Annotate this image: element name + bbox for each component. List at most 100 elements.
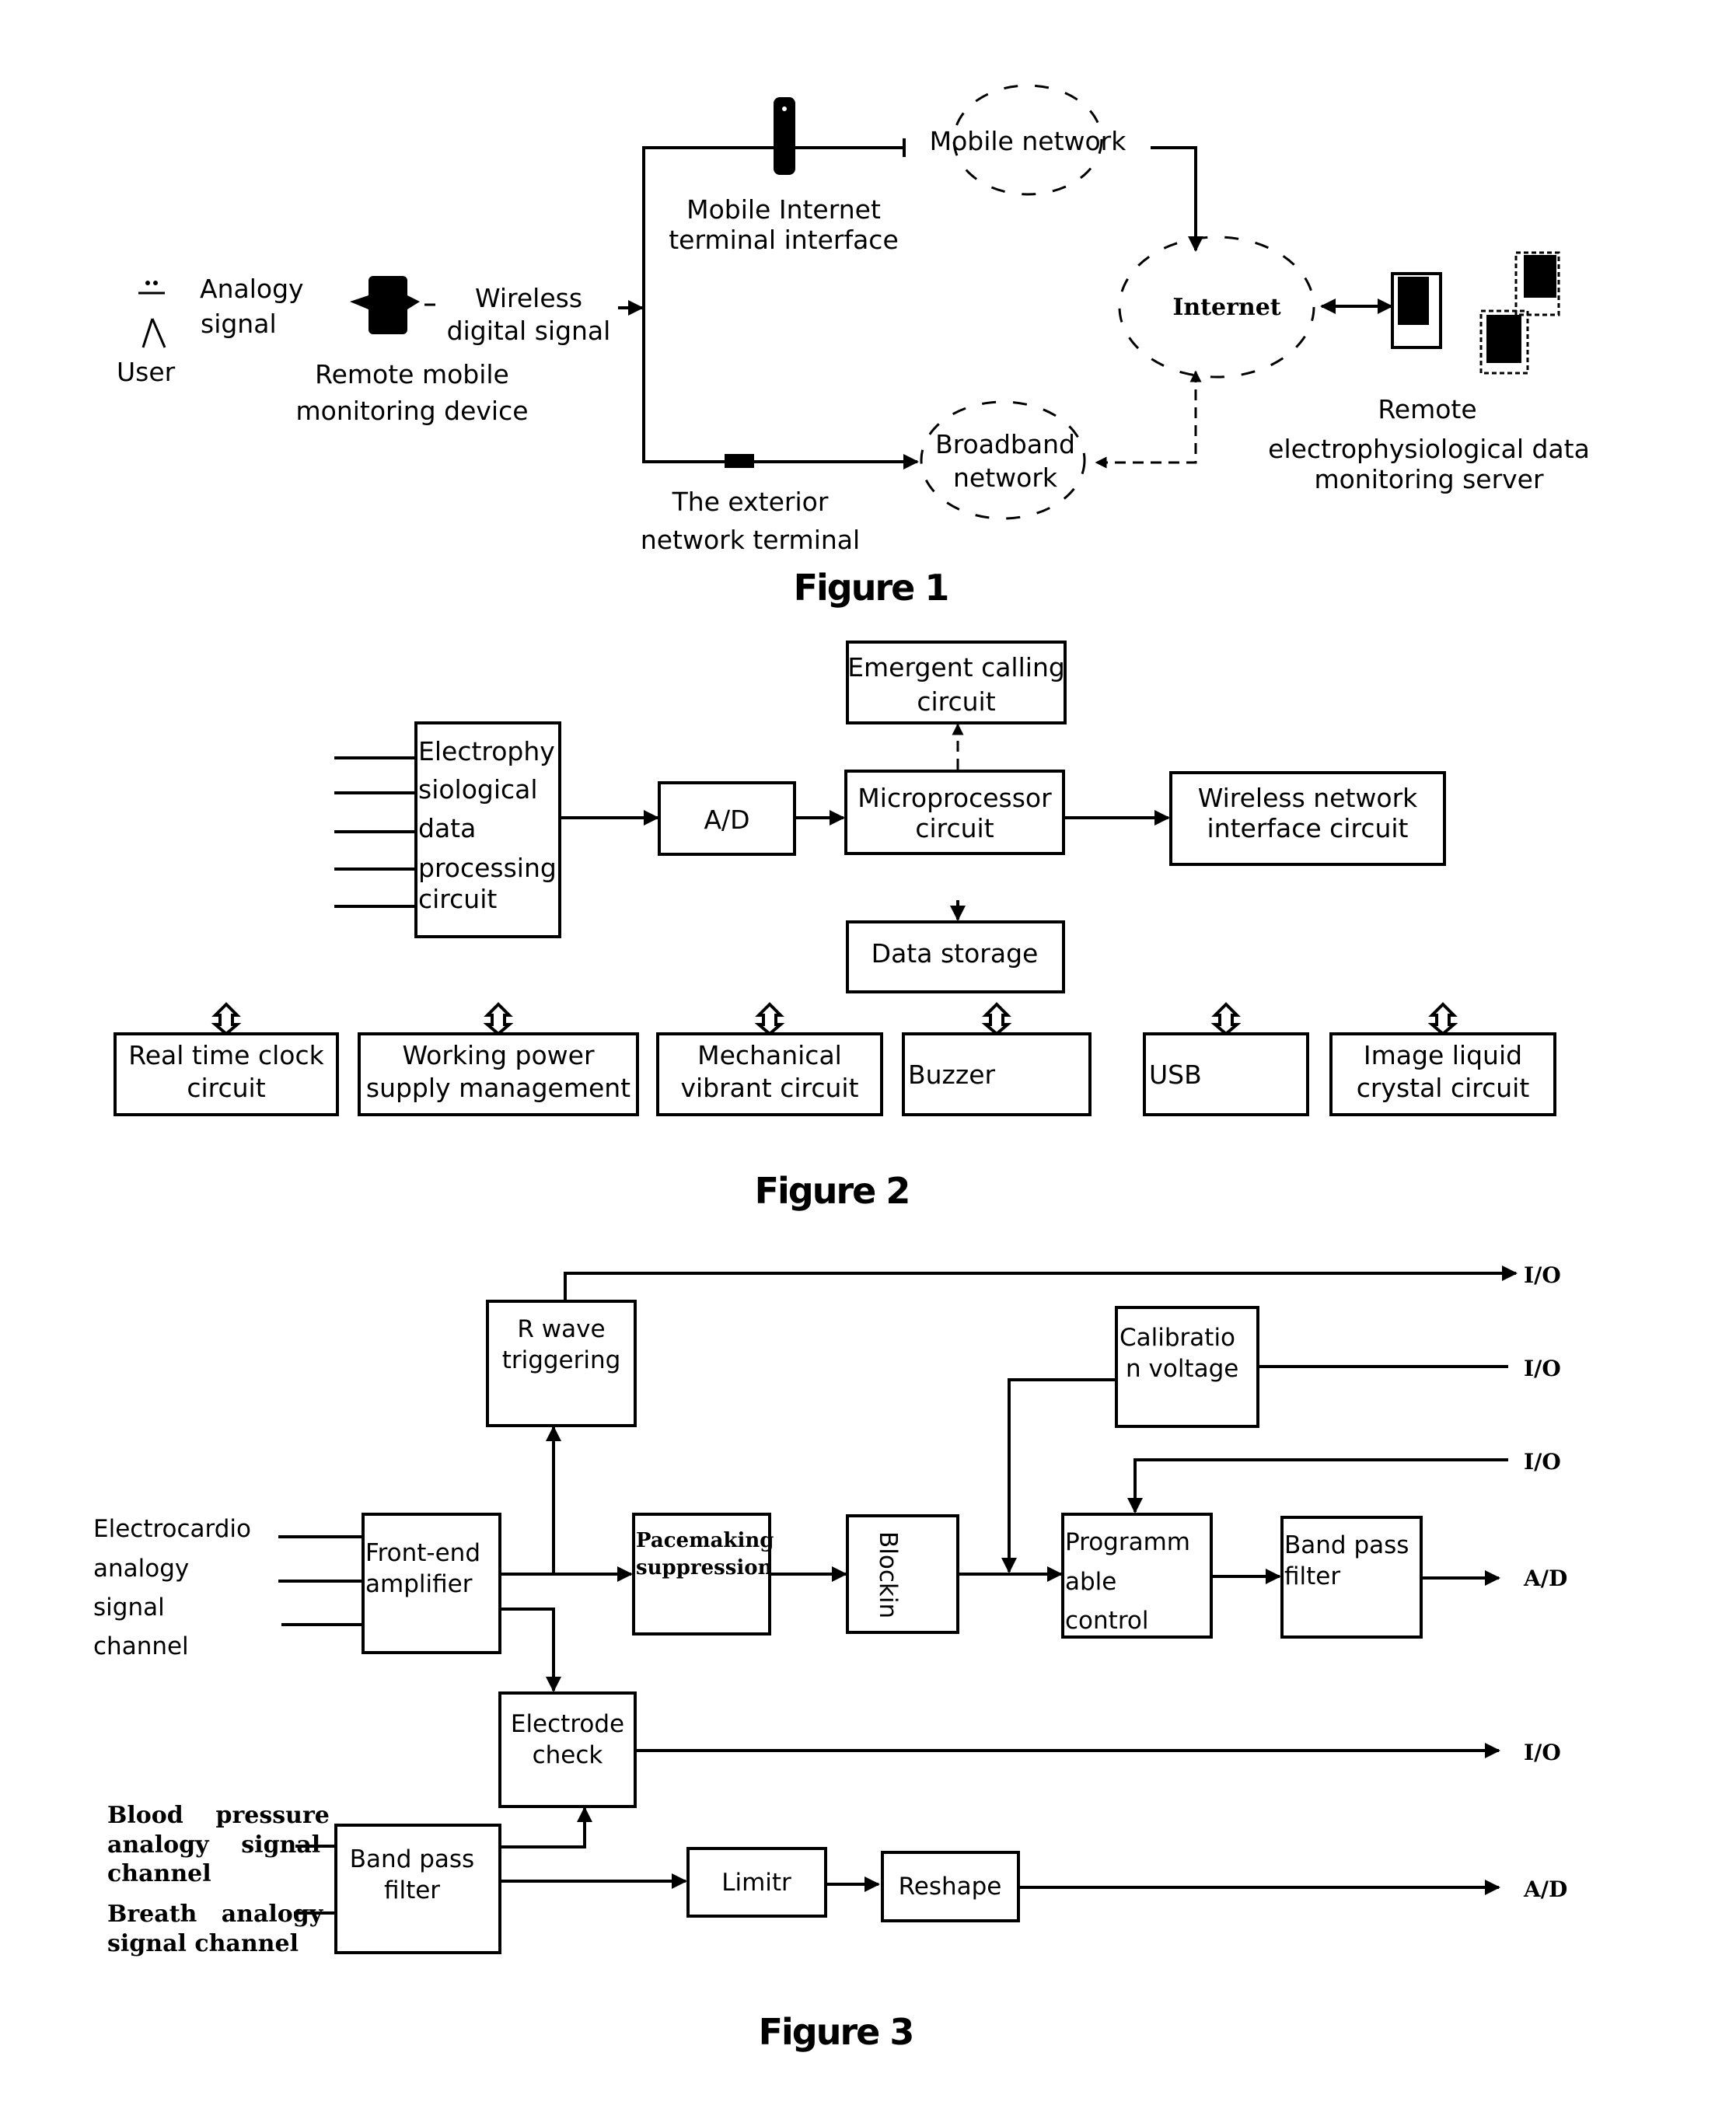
peripheral-row: Real time clockcircuitWorking powersuppl… <box>114 1002 1556 1116</box>
band-pass-2-label-2: filter <box>384 1876 440 1904</box>
mechanical-vibrant-label-1: Mechanical <box>697 1040 842 1070</box>
exterior-terminal-label-2: network terminal <box>641 525 860 555</box>
broadband-label-1: Broadband <box>935 429 1075 459</box>
working-power-supply-label-2: supply management <box>366 1073 630 1103</box>
programmable-label-2: able <box>1065 1568 1116 1596</box>
r-wave-label-2: triggering <box>502 1346 621 1374</box>
pacemaking-label-2: suppression <box>636 1556 773 1580</box>
electrode-label-1: Electrode <box>511 1710 624 1738</box>
bidirectional-bus-icon <box>211 1002 242 1036</box>
output-label-ad-1: A/D <box>1523 1566 1567 1591</box>
programmable-label-1: Programm <box>1065 1528 1190 1556</box>
real-time-clock-box-group: Real time clockcircuit <box>114 1002 339 1116</box>
electrophysiological-label-2: siological <box>418 774 538 805</box>
working-power-supply-label-1: Working power <box>402 1040 595 1070</box>
exterior-terminal-label-1: The exterior <box>672 487 829 517</box>
rwave-io-line <box>564 1265 1518 1301</box>
input-lines <box>334 756 416 908</box>
bidirectional-bus-icon <box>1427 1002 1458 1036</box>
mechanical-vibrant-label-2: vibrant circuit <box>680 1073 858 1103</box>
remote-device-label-2: monitoring device <box>295 396 528 426</box>
remote-device-icon <box>350 276 435 334</box>
figure-1: User Analogy signal Remote mobile monito… <box>117 84 1590 609</box>
usb-label-1: USB <box>1149 1060 1202 1090</box>
usb-box-group: USB <box>1143 1002 1309 1116</box>
band-pass-1-label-1: Band pass <box>1284 1531 1409 1559</box>
wireless-signal-label-2: digital signal <box>447 316 611 346</box>
buzzer-label-1: Buzzer <box>908 1060 996 1090</box>
analogy-signal-label-2: signal <box>201 309 277 339</box>
figure-3-caption: Figure 3 <box>759 2011 913 2053</box>
bidirectional-bus-icon <box>754 1002 785 1036</box>
internet-label: Internet <box>1172 294 1280 321</box>
working-power-supply-box-group: Working powersupply management <box>358 1002 639 1116</box>
wireless-interface-label-2: interface circuit <box>1207 813 1409 843</box>
bidirectional-bus-icon <box>981 1002 1012 1036</box>
blockin-label: Blockin <box>874 1531 902 1618</box>
bidirectional-bus-icon <box>1210 1002 1242 1036</box>
blockin-box <box>846 1514 959 1634</box>
emergent-calling-label-1: Emergent calling <box>847 652 1065 682</box>
electrophysiological-label-3: data <box>418 813 476 843</box>
server-icon <box>1391 251 1560 375</box>
broadband-internet-link <box>1095 370 1202 469</box>
mobile-terminal-label-1: Mobile Internet <box>686 194 881 225</box>
programmable-label-3: control <box>1065 1607 1148 1635</box>
mechanical-vibrant-box-group: Mechanicalvibrant circuit <box>656 1002 883 1116</box>
breath-input-label-1: Breath analogy <box>107 1901 324 1928</box>
electrophysiological-label-5: circuit <box>418 884 497 914</box>
mobile-to-internet-arrow <box>1151 146 1203 252</box>
broadband-label-2: network <box>953 463 1058 493</box>
band-pass-2-label-1: Band pass <box>350 1845 474 1873</box>
frontend-label-2: amplifier <box>365 1570 473 1598</box>
wireless-interface-label-1: Wireless network <box>1198 783 1418 813</box>
electrophysiological-label-1: Electrophy <box>418 736 555 766</box>
bidirectional-bus-icon <box>483 1002 514 1036</box>
figure-2-caption: Figure 2 <box>755 1170 910 1212</box>
real-time-clock-label-1: Real time clock <box>128 1040 324 1070</box>
output-label-io-2: I/O <box>1524 1356 1561 1381</box>
wireless-signal-label-1: Wireless <box>475 283 582 313</box>
microprocessor-label-2: circuit <box>915 813 994 843</box>
ecg-input-label-2: analogy <box>93 1555 189 1583</box>
frontend-label-1: Front-end <box>365 1539 480 1567</box>
image-lcd-label-1: Image liquid <box>1364 1040 1522 1070</box>
server-label-3: monitoring server <box>1314 464 1544 494</box>
real-time-clock-label-2: circuit <box>187 1073 265 1103</box>
pacemaking-label-1: Pacemaking <box>636 1529 774 1552</box>
output-label-io-1: I/O <box>1524 1262 1561 1288</box>
data-storage-label: Data storage <box>871 938 1039 969</box>
image-lcd-label-2: crystal circuit <box>1357 1073 1530 1103</box>
mobile-network-label: Mobile network <box>930 126 1127 156</box>
breath-input-label-2: signal channel <box>107 1930 299 1957</box>
bp-input-label-1: Blood pressure <box>107 1802 330 1829</box>
calibration-label-1: Calibratio <box>1119 1324 1235 1352</box>
r-wave-label-1: R wave <box>517 1315 605 1343</box>
server-label-2: electrophysiological data <box>1268 434 1590 464</box>
buzzer-box-group: Buzzer <box>902 1002 1092 1116</box>
figure-1-caption: Figure 1 <box>794 567 948 609</box>
emergent-calling-label-2: circuit <box>917 686 995 717</box>
mobile-terminal-label-2: terminal interface <box>669 225 899 255</box>
output-label-io-4: I/O <box>1524 1740 1561 1765</box>
ad-converter-label: A/D <box>704 805 749 835</box>
mobile-phone-icon <box>774 97 795 175</box>
user-label: User <box>117 357 176 387</box>
io-control-line <box>1127 1458 1508 1513</box>
remote-device-label-1: Remote mobile <box>315 359 509 389</box>
ecg-input-label-3: signal <box>93 1594 165 1622</box>
electrode-label-2: check <box>533 1741 603 1769</box>
band-pass-1-label-2: filter <box>1284 1562 1340 1590</box>
broadband-cloud <box>920 400 1086 520</box>
server-label-1: Remote <box>1378 394 1476 424</box>
analogy-signal-label-1: Analogy <box>200 274 304 304</box>
reshape-label: Reshape <box>899 1873 1002 1901</box>
user-icon <box>138 281 166 348</box>
patent-drawing-sheet: User Analogy signal Remote mobile monito… <box>93 84 1590 2053</box>
limiter-label: Limitr <box>721 1869 791 1897</box>
output-label-io-3: I/O <box>1524 1449 1561 1475</box>
microprocessor-label-1: Microprocessor <box>858 783 1052 813</box>
bp-input-label-2: analogy signal <box>107 1831 320 1859</box>
ecg-input-label-4: channel <box>93 1632 189 1660</box>
ecg-input-label-1: Electrocardio <box>93 1515 251 1543</box>
